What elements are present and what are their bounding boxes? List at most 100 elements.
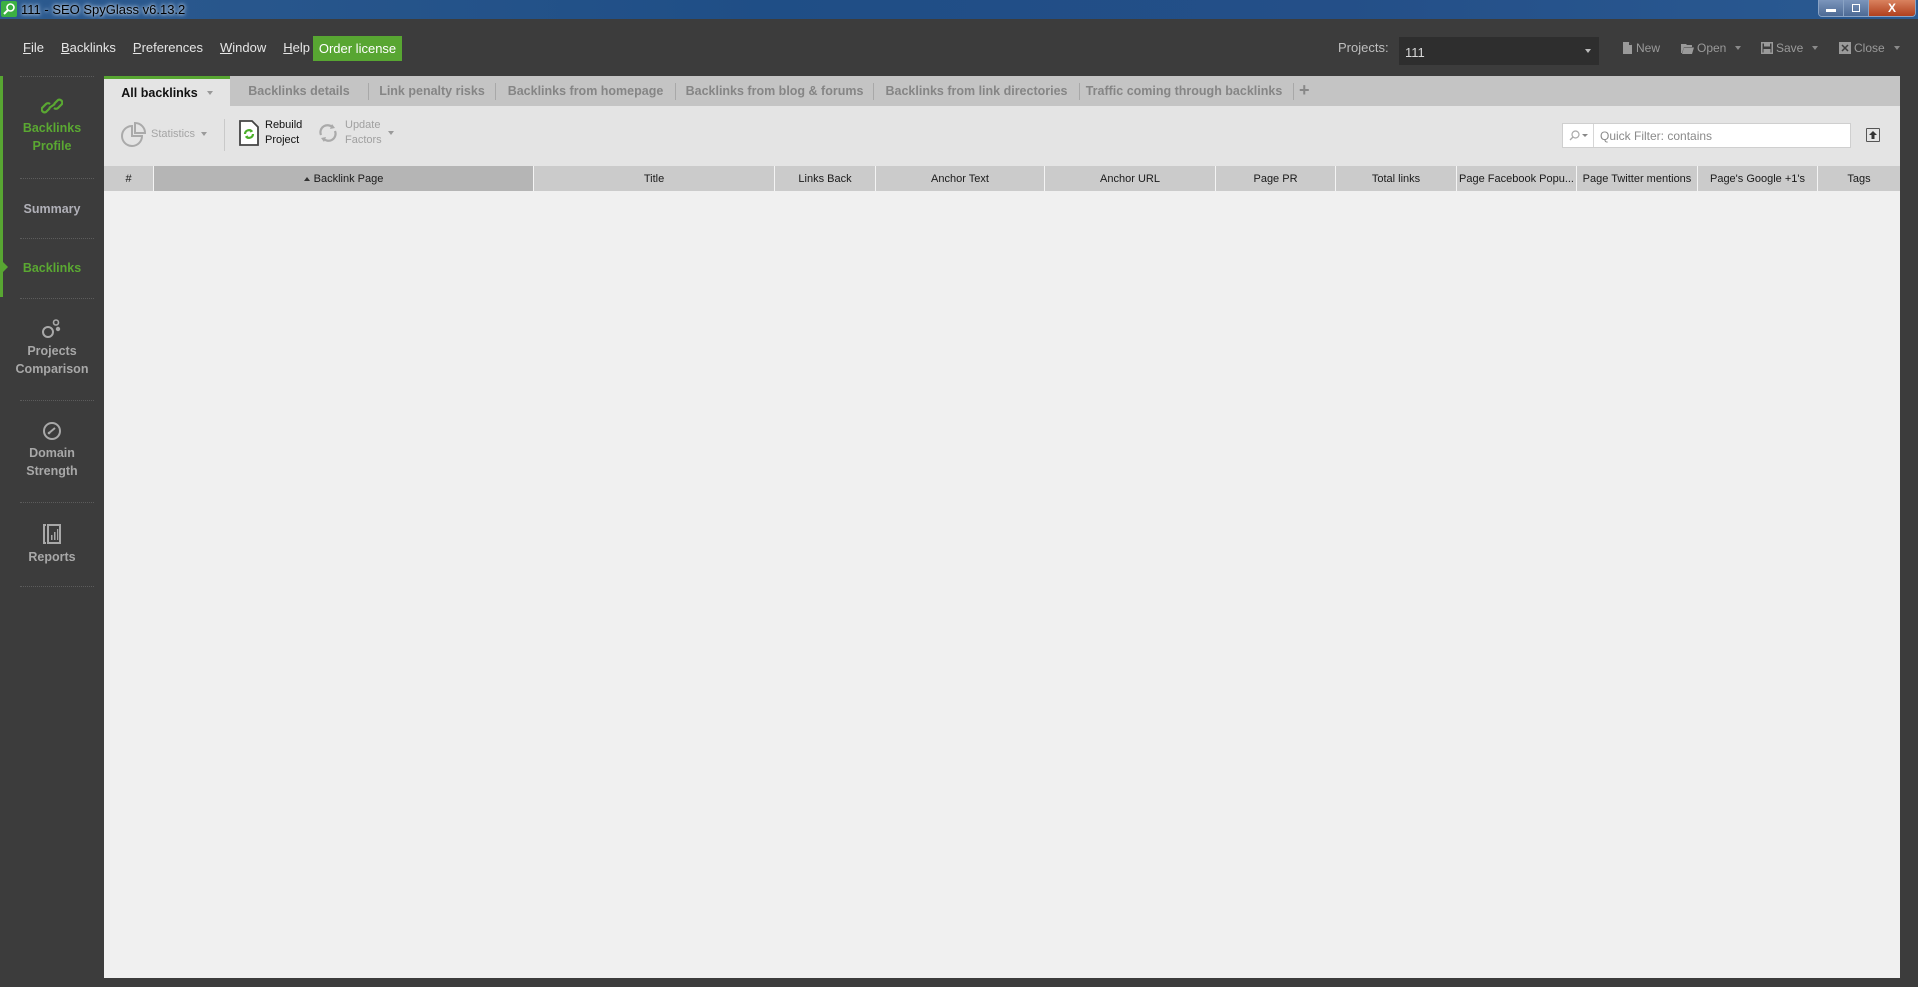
save-label: Save — [1776, 41, 1804, 55]
divider — [20, 298, 94, 299]
minimize-icon — [1826, 9, 1836, 12]
projects-dropdown[interactable]: 111 — [1399, 37, 1599, 65]
filter-mode-button[interactable] — [1563, 124, 1594, 147]
tab-label: Backlinks details — [248, 84, 350, 98]
tab-bar: All backlinks Backlinks details Link pen… — [104, 76, 1900, 106]
upload-arrow-icon — [1869, 131, 1877, 139]
menu-preferences[interactable]: Preferences — [133, 40, 203, 55]
tab-separator — [1293, 83, 1294, 100]
menu-file[interactable]: File — [23, 40, 44, 55]
rebuild-label: Project — [265, 134, 300, 146]
column-label: Total links — [1371, 172, 1421, 185]
new-project-button[interactable]: New — [1623, 41, 1660, 55]
sidebar-item-backlinks[interactable]: Backlinks — [0, 259, 104, 277]
divider — [20, 586, 94, 587]
column-header-number[interactable]: # — [104, 166, 154, 191]
tab-label: Backlinks from homepage — [507, 84, 664, 98]
chevron-down-icon — [206, 90, 213, 95]
column-header-twitter-mentions[interactable]: Page Twitter mentions — [1577, 166, 1698, 191]
column-label: Page's Google +1's — [1709, 172, 1805, 185]
sidebar-item-domain-strength[interactable]: Domain Strength — [0, 421, 104, 480]
app-window: 111 - SEO SpyGlass v6.13.2 X File Backli… — [0, 0, 1918, 987]
column-header-total-links[interactable]: Total links — [1336, 166, 1457, 191]
tab-backlinks-from-link-directories[interactable]: Backlinks from link directories — [874, 76, 1079, 106]
minimize-button[interactable] — [1819, 0, 1844, 16]
sidebar-label: Domain — [29, 446, 75, 460]
sidebar-item-projects-comparison[interactable]: Projects Comparison — [0, 319, 104, 378]
table-header: # Backlink Page Title Links Back Anchor … — [104, 166, 1900, 191]
tab-traffic-through-backlinks[interactable]: Traffic coming through backlinks — [1080, 76, 1288, 106]
column-header-google-plus-ones[interactable]: Page's Google +1's — [1698, 166, 1818, 191]
export-button[interactable] — [1866, 128, 1880, 142]
tab-backlinks-from-homepage[interactable]: Backlinks from homepage — [496, 76, 675, 106]
column-header-links-back[interactable]: Links Back — [775, 166, 876, 191]
close-box-icon — [1839, 42, 1851, 54]
window-title: 111 - SEO SpyGlass v6.13.2 — [21, 2, 186, 17]
column-header-anchor-url[interactable]: Anchor URL — [1045, 166, 1216, 191]
update-factors-button[interactable]: Update Factors — [316, 118, 394, 148]
open-project-button[interactable]: Open — [1681, 41, 1742, 55]
menu-label: indow — [232, 40, 267, 55]
close-label: Close — [1854, 41, 1885, 55]
sidebar-label: Summary — [23, 202, 81, 216]
column-header-page-pr[interactable]: Page PR — [1216, 166, 1336, 191]
tab-backlinks-details[interactable]: Backlinks details — [230, 76, 368, 106]
new-file-icon — [1623, 42, 1632, 54]
divider — [20, 400, 94, 401]
statistics-button[interactable]: Statistics — [121, 121, 208, 147]
new-label: New — [1636, 41, 1661, 55]
sidebar-item-summary[interactable]: Summary — [0, 200, 104, 218]
column-header-title[interactable]: Title — [534, 166, 775, 191]
close-project-button[interactable]: Close — [1839, 41, 1900, 55]
link-icon — [41, 98, 63, 114]
open-label: Open — [1697, 41, 1727, 55]
menu-backlinks[interactable]: Backlinks — [61, 40, 116, 55]
restore-button[interactable] — [1844, 0, 1869, 16]
column-header-tags[interactable]: Tags — [1818, 166, 1900, 191]
column-header-anchor-text[interactable]: Anchor Text — [876, 166, 1045, 191]
menu-label: acklinks — [69, 40, 116, 55]
add-tab-button[interactable]: + — [1299, 80, 1310, 101]
pie-chart-icon — [121, 121, 147, 147]
sidebar-item-reports[interactable]: Reports — [0, 523, 104, 566]
sidebar: Backlinks Profile Summary Backlinks Proj… — [0, 76, 104, 987]
rebuild-project-button[interactable]: Rebuild Project — [239, 118, 302, 148]
chevron-down-icon — [1735, 46, 1742, 50]
column-label: Title — [643, 172, 665, 185]
backlinks-table-body[interactable] — [104, 191, 1900, 978]
projects-selected-value: 111 — [1405, 45, 1425, 60]
refresh-icon — [319, 124, 337, 142]
sort-ascending-icon — [303, 176, 310, 181]
column-label: Page PR — [1253, 172, 1298, 185]
report-icon — [43, 524, 61, 544]
sidebar-label: Profile — [32, 139, 72, 153]
menu-help[interactable]: Help — [283, 40, 310, 55]
column-label: Anchor Text — [931, 172, 989, 185]
menu-label: elp — [292, 40, 310, 55]
chevron-down-icon — [1585, 49, 1591, 53]
menu-window[interactable]: Window — [220, 40, 266, 55]
column-label: Tags — [1847, 172, 1871, 185]
column-header-backlink-page[interactable]: Backlink Page — [154, 166, 534, 191]
tab-backlinks-from-blog-forums[interactable]: Backlinks from blog & forums — [676, 76, 873, 106]
column-header-facebook-popularity[interactable]: Page Facebook Popu... — [1457, 166, 1577, 191]
menu-label: ile — [30, 40, 44, 55]
main-content: All backlinks Backlinks details Link pen… — [104, 76, 1900, 978]
rebuild-label: Rebuild — [265, 119, 303, 131]
save-project-button[interactable]: Save — [1761, 41, 1819, 55]
save-disk-icon — [1761, 42, 1773, 54]
chevron-down-icon — [1812, 46, 1819, 50]
close-window-button[interactable]: X — [1869, 0, 1915, 16]
tab-all-backlinks[interactable]: All backlinks — [104, 76, 230, 106]
order-license-button[interactable]: Order license — [313, 36, 402, 61]
update-label: Factors — [345, 134, 382, 146]
mnemonic: W — [219, 40, 233, 55]
sidebar-item-backlinks-profile[interactable]: Backlinks Profile — [0, 96, 104, 155]
tab-link-penalty-risks[interactable]: Link penalty risks — [369, 76, 495, 106]
quick-filter-input[interactable] — [1594, 125, 1844, 146]
title-bar: 111 - SEO SpyGlass v6.13.2 X — [0, 0, 1918, 19]
divider — [20, 238, 94, 239]
tab-label: Backlinks from link directories — [885, 84, 1068, 98]
column-label: # — [125, 172, 132, 185]
sidebar-label: Backlinks — [22, 261, 82, 275]
